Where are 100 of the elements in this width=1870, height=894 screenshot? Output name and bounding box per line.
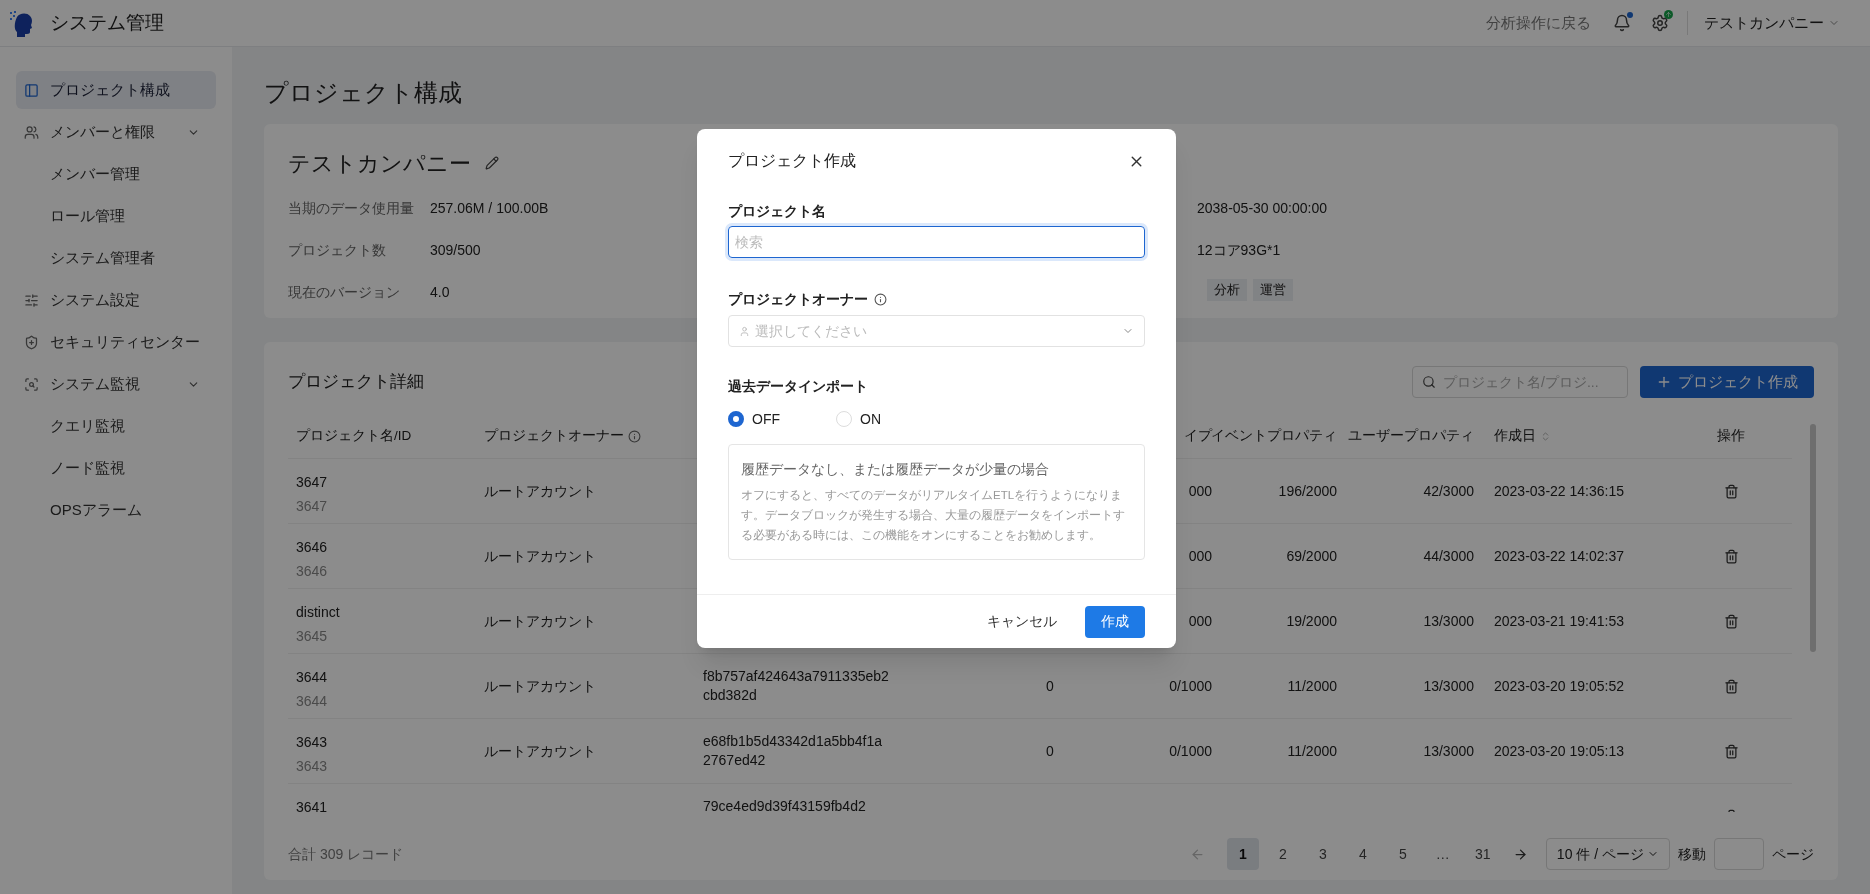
table-cell-text: 2023-03-20 19:05:13 (1493, 741, 1625, 761)
sidebar-item[interactable]: セキュリティセンター (16, 323, 216, 361)
table-cell-text: 2023-03-21 19:41:53 (1493, 611, 1625, 631)
field-label: 当期のデータ使用量 (288, 199, 415, 218)
menu-icon (24, 82, 39, 98)
table-cell-text: 0 (1046, 741, 1054, 761)
sidebar-item[interactable]: システム監視 (16, 365, 216, 403)
sidebar-item[interactable]: OPSアラーム (16, 491, 216, 529)
plus-icon (1656, 374, 1672, 390)
field-value: 2038-05-30 00:00:00 (1197, 199, 1327, 218)
table-cell-text: 13/3000 (1423, 611, 1474, 631)
table-cell-text: 79ce4ed9d39f43159fb4d2 (703, 797, 867, 812)
column-header: ユーザープロパティ (1348, 426, 1474, 445)
table-cell-text: 19/2000 (1286, 611, 1337, 631)
jump-suffix: ページ (1772, 844, 1814, 864)
menu-icon (24, 124, 39, 140)
sidebar-item[interactable]: システム管理者 (16, 239, 216, 277)
field-label: プロジェクト名 (728, 202, 827, 221)
column-header: イプ (1184, 426, 1212, 445)
table-cell-text: 0/1000 (1169, 741, 1212, 761)
section-title: プロジェクト詳細 (288, 371, 424, 394)
table-cell-text: 13/3000 (1423, 741, 1474, 761)
info-title: 履歴データなし、または履歴データが少量の場合 (741, 460, 1050, 479)
project-name-field[interactable]: 検索 (728, 226, 1145, 258)
table-cell-text: 000 (1188, 611, 1212, 631)
column-header: 操作 (1717, 426, 1745, 445)
tag: 運営 (1253, 279, 1293, 301)
page-size-select[interactable]: 10 件 / ページ (1545, 838, 1670, 870)
table-cell-text: 000 (1188, 481, 1212, 501)
table-cell-text: ルートアカウント (483, 546, 597, 566)
table-cell-text: 13/3000 (1423, 676, 1474, 696)
project-id: 3647 (296, 497, 329, 516)
table-cell: f8b757af424643a7911335eb2cbd382d (703, 667, 889, 705)
table-cell-text: 0 (1046, 676, 1054, 696)
project-name: 3644 (296, 668, 329, 687)
column-header: イベントプロパティ (1211, 426, 1337, 445)
column-header: プロジェクトオーナー (484, 426, 624, 445)
search-icon (1422, 375, 1436, 389)
radio-option[interactable]: OFF (728, 409, 780, 429)
column-header: プロジェクト名/ID (296, 426, 412, 445)
field-label: 過去データインポート (728, 377, 869, 396)
sidebar-item[interactable]: ロール管理 (16, 197, 216, 235)
company-name: テストカンパニー (288, 149, 471, 178)
cancel-button[interactable]: キャンセル (973, 605, 1071, 638)
table-cell-text: 44/3000 (1423, 546, 1474, 566)
field-value: 257.06M / 100.00B (430, 199, 549, 218)
sidebar-item[interactable]: プロジェクト構成 (16, 71, 216, 109)
table-cell-text: 2023-03-20 19:05:52 (1493, 676, 1625, 696)
project-id: 3646 (296, 562, 329, 581)
page-title: プロジェクト構成 (264, 78, 463, 107)
field-label: 現在のバージョン (288, 283, 401, 302)
project-name: 3641 (296, 798, 329, 812)
table-cell-text: ルートアカウント (483, 611, 597, 631)
table-cell-text: 69/2000 (1286, 546, 1337, 566)
project-name: distinct (296, 603, 341, 622)
project-id: 3645 (296, 627, 329, 646)
menu-icon (24, 292, 39, 308)
project-id: 3644 (296, 692, 329, 711)
create-project-button[interactable]: プロジェクト作成 (1640, 366, 1814, 398)
tag: 分析 (1207, 279, 1247, 301)
sidebar-item[interactable]: システム設定 (16, 281, 216, 319)
user-icon (739, 325, 750, 337)
table-cell-text: 42/3000 (1423, 481, 1474, 501)
table-cell-text: 11/2000 (1287, 676, 1337, 696)
page-button[interactable]: 1 (1226, 838, 1259, 870)
table-cell-text: 2023-03-22 14:02:37 (1493, 546, 1625, 566)
menu-icon (24, 334, 39, 350)
jump-label: 移動 (1678, 844, 1706, 864)
table-cell-text: ルートアカウント (483, 676, 597, 696)
project-name: 3647 (296, 473, 329, 492)
field-value: 4.0 (430, 283, 450, 302)
app-title: システム管理 (50, 10, 164, 35)
next-page-icon[interactable] (1512, 846, 1528, 862)
radio-option[interactable]: ON (836, 409, 881, 429)
table-cell-text: ルートアカウント (483, 741, 597, 761)
field-value: 309/500 (430, 241, 481, 260)
table-cell-text: ルートアカウント (483, 481, 597, 501)
project-name: 3643 (296, 733, 329, 752)
info-icon (874, 292, 887, 306)
total-count: 合計 309 レコード (288, 844, 404, 864)
create-button[interactable]: 作成 (1085, 605, 1145, 638)
table-cell-text: 000 (1188, 546, 1212, 566)
back-link[interactable]: 分析操作に戻る (1486, 11, 1591, 35)
info-text: オフにすると、すべてのデータがリアルタイムETLを行うようになります。データブロックが発生する場合、大量の履歴データをインポートする必要がある時には、この機能をオンにすることをお勧めします。 (741, 488, 1126, 543)
sidebar-item[interactable]: メンバー管理 (16, 155, 216, 193)
account-menu[interactable]: テストカンパニー (1704, 11, 1840, 35)
field-value: 12コア93G*1 (1197, 241, 1282, 260)
table-cell-text: 2023-03-22 14:36:15 (1493, 481, 1625, 501)
menu-icon (24, 376, 39, 392)
sidebar-item[interactable]: クエリ監視 (16, 407, 216, 445)
table-cell-text: 196/2000 (1278, 481, 1337, 501)
field-label: プロジェクト数 (288, 241, 387, 260)
field-label: プロジェクトオーナー (728, 289, 868, 309)
table-cell-text: e68fb1b5d43342d1a5bb4f1a2767ed42 (703, 732, 884, 770)
project-id: 3643 (296, 757, 329, 776)
sidebar-item[interactable]: メンバーと権限 (16, 113, 216, 151)
table-cell-text: 11/2000 (1287, 741, 1337, 761)
edit-icon[interactable] (485, 156, 499, 170)
sidebar-item[interactable]: ノード監視 (16, 449, 216, 487)
table-cell-text: 0/1000 (1169, 676, 1212, 696)
